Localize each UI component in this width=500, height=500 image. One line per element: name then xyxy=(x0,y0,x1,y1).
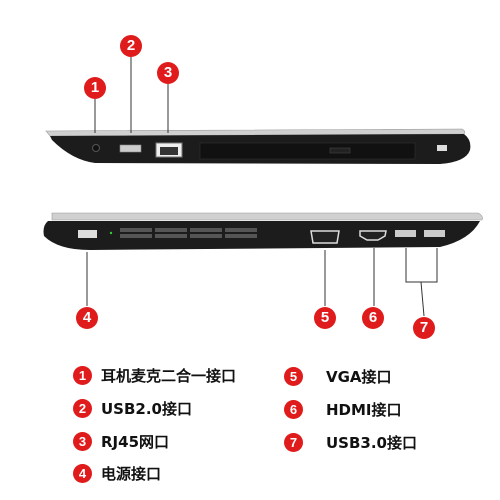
legend-number: 5 xyxy=(284,367,303,386)
legend-item-2: 2 USB2.0接口 xyxy=(73,398,192,419)
marker-5: 5 xyxy=(314,307,336,329)
legend-label: 电源接口 xyxy=(101,465,162,483)
legend-label: VGA接口 xyxy=(326,368,392,386)
laptop-illustration xyxy=(43,57,483,317)
legend-number: 6 xyxy=(284,400,303,419)
legend-label: 耳机麦克二合一接口 xyxy=(101,367,237,385)
legend-item-3: 3 RJ45网口 xyxy=(73,431,169,452)
legend-number: 3 xyxy=(73,432,92,451)
legend-label: RJ45网口 xyxy=(101,433,170,451)
legend-number: 1 xyxy=(73,366,92,385)
marker-1: 1 xyxy=(84,77,106,99)
laptop-left-side xyxy=(45,57,471,164)
marker-3: 3 xyxy=(157,62,179,84)
legend-item-5: 5 VGA接口 xyxy=(284,366,392,387)
legend-item-4: 4 电源接口 xyxy=(73,463,161,484)
legend-label: HDMI接口 xyxy=(326,401,402,419)
legend-number: 2 xyxy=(73,399,92,418)
legend-item-6: 6 HDMI接口 xyxy=(284,399,402,420)
legend-number: 7 xyxy=(284,433,303,452)
legend-number: 4 xyxy=(73,464,92,483)
legend-item-7: 7 USB3.0接口 xyxy=(284,432,417,453)
marker-4: 4 xyxy=(76,307,98,329)
marker-2: 2 xyxy=(120,35,142,57)
marker-6: 6 xyxy=(362,307,384,329)
legend-label: USB2.0接口 xyxy=(101,400,192,418)
marker-7: 7 xyxy=(413,317,435,339)
legend-item-1: 1 耳机麦克二合一接口 xyxy=(73,365,236,386)
laptop-right-side xyxy=(43,212,483,317)
legend-label: USB3.0接口 xyxy=(326,434,417,452)
